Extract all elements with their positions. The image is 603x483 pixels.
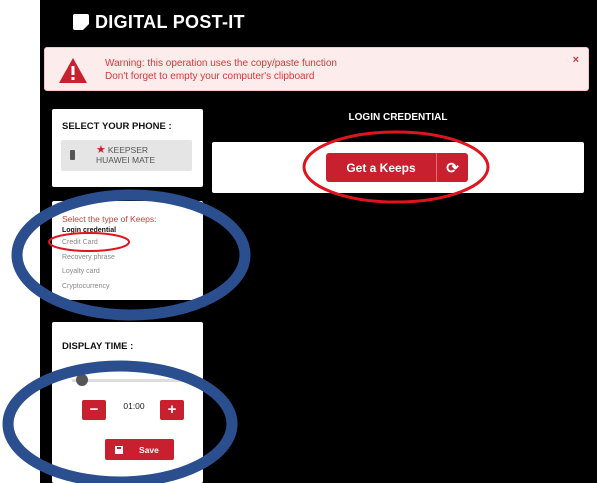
get-keeps-button[interactable]: Get a Keeps ⟳ bbox=[326, 153, 468, 182]
slider-handle[interactable] bbox=[76, 374, 88, 386]
keeps-type-heading: Select the type of Keeps: bbox=[62, 214, 157, 224]
page-margin bbox=[597, 0, 603, 483]
phone-model: HUAWEI MATE bbox=[96, 155, 156, 165]
keeps-type-recovery-phrase[interactable]: Recovery phrase bbox=[62, 251, 116, 266]
star-icon: ★ bbox=[96, 144, 106, 156]
save-button[interactable]: Save bbox=[105, 439, 174, 460]
decrease-time-button[interactable]: − bbox=[82, 400, 106, 420]
phone-card: SELECT YOUR PHONE : ★ KEEPSER HUAWEI MAT… bbox=[52, 109, 203, 187]
refresh-icon: ⟳ bbox=[446, 159, 459, 177]
increase-time-button[interactable]: + bbox=[160, 400, 184, 420]
alert-message: Warning: this operation uses the copy/pa… bbox=[105, 57, 337, 83]
floppy-disk-icon bbox=[115, 445, 123, 454]
keeps-type-list: Login credential Credit Card Recovery ph… bbox=[62, 226, 116, 294]
app-title: DIGITAL POST-IT bbox=[95, 11, 245, 32]
alert-line-1: Warning: this operation uses the copy/pa… bbox=[105, 58, 337, 69]
phone-brand-row: ★ KEEPSER bbox=[96, 144, 149, 156]
get-keeps-label: Get a Keeps bbox=[346, 160, 416, 175]
keeps-type-loyalty-card[interactable]: Loyalty card bbox=[62, 265, 116, 280]
keeps-type-login-credential[interactable]: Login credential bbox=[62, 226, 116, 236]
keeps-type-cryptocurrency[interactable]: Cryptocurrency bbox=[62, 280, 116, 295]
phone-icon bbox=[70, 150, 75, 160]
display-time-card: DISPLAY TIME : − 01:00 + Save bbox=[52, 322, 203, 483]
phone-brand: KEEPSER bbox=[107, 145, 149, 155]
keeps-type-credit-card[interactable]: Credit Card bbox=[62, 236, 116, 251]
warning-alert: Warning: this operation uses the copy/pa… bbox=[44, 47, 589, 91]
display-time-slider[interactable] bbox=[72, 379, 184, 382]
close-icon[interactable]: × bbox=[573, 54, 579, 66]
display-time-value: 01:00 bbox=[123, 401, 145, 411]
app-window: DIGITAL POST-IT Warning: this operation … bbox=[40, 0, 597, 483]
display-time-title: DISPLAY TIME : bbox=[62, 341, 134, 352]
note-icon bbox=[73, 14, 89, 30]
section-title: LOGIN CREDENTIAL bbox=[348, 112, 448, 123]
app-header: DIGITAL POST-IT bbox=[73, 8, 245, 36]
phone-card-title: SELECT YOUR PHONE : bbox=[62, 121, 172, 132]
alert-line-2: Don't forget to empty your computer's cl… bbox=[105, 71, 315, 82]
warning-triangle-icon bbox=[59, 58, 87, 83]
keeps-panel: Get a Keeps ⟳ bbox=[212, 142, 584, 193]
phone-select[interactable]: ★ KEEPSER HUAWEI MATE bbox=[61, 140, 192, 171]
save-button-label: Save bbox=[139, 444, 159, 455]
keeps-type-card: Select the type of Keeps: Login credenti… bbox=[52, 201, 203, 300]
